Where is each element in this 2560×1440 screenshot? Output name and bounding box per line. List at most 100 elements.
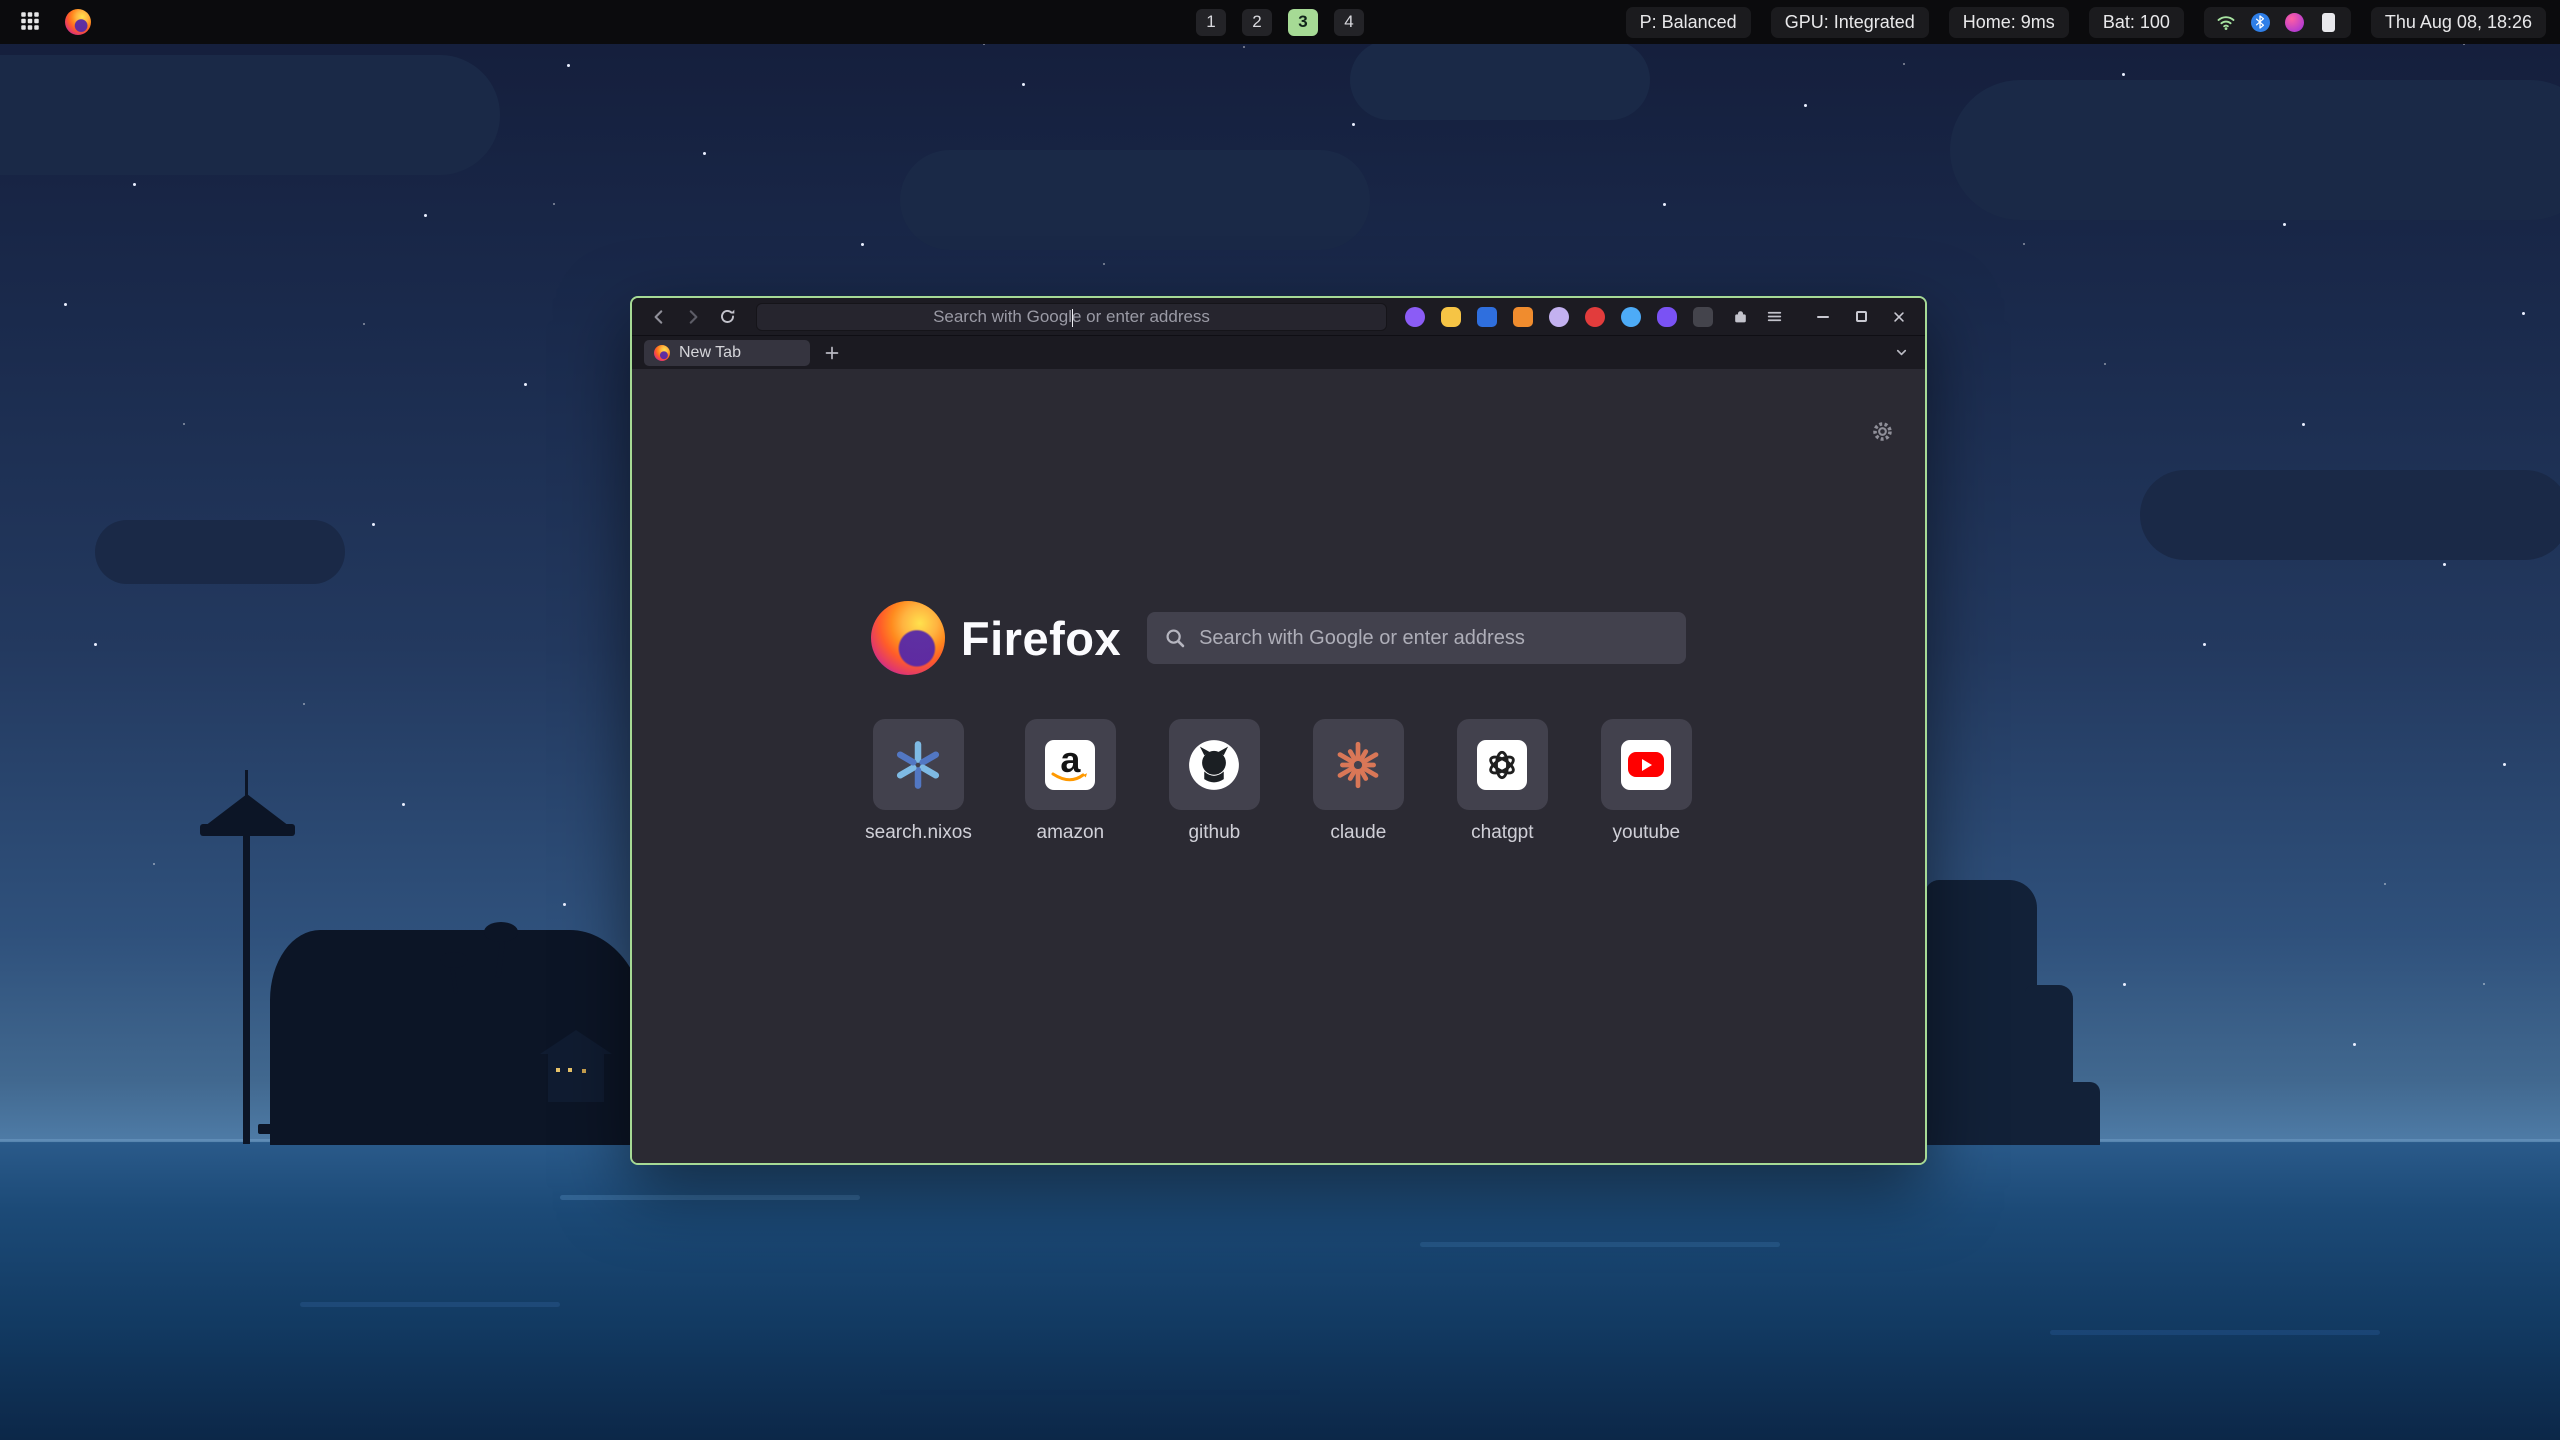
- newtab-search-field[interactable]: [1147, 612, 1686, 664]
- sea-rock: [1925, 880, 2037, 1145]
- apps-grid-icon: [20, 11, 40, 34]
- maximize-button[interactable]: [1849, 305, 1873, 329]
- firefox-dock-button[interactable]: [62, 6, 94, 38]
- gear-icon: [1870, 419, 1895, 444]
- shortcut-label: amazon: [1037, 822, 1105, 844]
- extension-icon[interactable]: [1621, 307, 1641, 327]
- wifi-icon[interactable]: [2216, 12, 2237, 33]
- extensions-puzzle-button[interactable]: [1727, 304, 1753, 330]
- close-icon: [1892, 310, 1906, 324]
- github-octocat-icon: [1188, 739, 1240, 791]
- plus-icon: [824, 345, 840, 361]
- gpu-module[interactable]: GPU: Integrated: [1771, 7, 1929, 38]
- firefox-favicon: [654, 345, 670, 361]
- minimize-icon: [1817, 316, 1829, 318]
- nixos-snowflake-icon: [892, 739, 944, 791]
- all-tabs-button[interactable]: [1889, 341, 1913, 365]
- new-tab-button[interactable]: [820, 341, 844, 365]
- shortcut-label: claude: [1330, 822, 1386, 844]
- back-button[interactable]: [646, 304, 672, 330]
- extension-icon[interactable]: [1657, 307, 1677, 327]
- shortcut-tile-amazon[interactable]: a amazon: [1025, 719, 1116, 844]
- palm-tree-top: [484, 922, 518, 942]
- youtube-red-badge: [1628, 752, 1664, 777]
- workspace-button-1[interactable]: 1: [1196, 9, 1226, 36]
- minimize-button[interactable]: [1811, 305, 1835, 329]
- watchtower-roof: [205, 794, 289, 826]
- sea-rock: [2062, 1082, 2100, 1145]
- wave: [1420, 1242, 1780, 1247]
- battery-module[interactable]: Bat: 100: [2089, 7, 2184, 38]
- chevron-down-icon: [1894, 345, 1909, 360]
- claude-starburst-icon: [1333, 740, 1383, 790]
- reload-button[interactable]: [714, 304, 740, 330]
- watchtower-pole: [243, 826, 250, 1144]
- personalize-button[interactable]: [1870, 419, 1895, 447]
- hut-roof: [540, 1030, 612, 1054]
- hut: [548, 1052, 604, 1102]
- tab-title: New Tab: [679, 344, 741, 362]
- extension-icon[interactable]: [1585, 307, 1605, 327]
- play-triangle-icon: [1642, 759, 1652, 771]
- shortcut-label: youtube: [1613, 822, 1681, 844]
- tab-strip: New Tab: [632, 336, 1925, 369]
- newtab-search-input[interactable]: [1147, 612, 1686, 664]
- close-button[interactable]: [1887, 305, 1911, 329]
- extension-icon[interactable]: [1549, 307, 1569, 327]
- shortcut-tile-github[interactable]: github: [1169, 719, 1260, 844]
- cloud: [1950, 80, 2560, 220]
- workspace-button-2[interactable]: 2: [1242, 9, 1272, 36]
- cloud: [1350, 40, 1650, 120]
- pier-posts: [280, 1132, 285, 1145]
- hut-lights: [556, 1068, 560, 1072]
- shortcut-label: chatgpt: [1471, 822, 1533, 844]
- url-bar[interactable]: [756, 303, 1387, 331]
- bluetooth-icon[interactable]: [2250, 12, 2271, 33]
- power-profile-module[interactable]: P: Balanced: [1626, 7, 1751, 38]
- cloud: [95, 520, 345, 584]
- extension-icon[interactable]: [1513, 307, 1533, 327]
- shortcut-tile-youtube[interactable]: youtube: [1601, 719, 1692, 844]
- extension-icon[interactable]: [1405, 307, 1425, 327]
- media-badge: [2285, 13, 2304, 32]
- shortcut-tile-chatgpt[interactable]: chatgpt: [1457, 719, 1548, 844]
- cloud: [900, 150, 1370, 250]
- workspace-button-4[interactable]: 4: [1334, 9, 1364, 36]
- top-bar-right: P: Balanced GPU: Integrated Home: 9ms Ba…: [1626, 7, 2560, 38]
- extension-icon[interactable]: [1693, 307, 1713, 327]
- search-icon: [1164, 627, 1186, 649]
- menu-button[interactable]: [1761, 304, 1787, 330]
- newtab-hero: Firefox: [632, 369, 1925, 675]
- top-bar: 1 2 3 4 P: Balanced GPU: Integrated Home…: [0, 0, 2560, 44]
- clock-module[interactable]: Thu Aug 08, 18:26: [2371, 7, 2546, 38]
- text-caret: [1072, 309, 1074, 327]
- extension-icon[interactable]: [1441, 307, 1461, 327]
- firefox-wordmark: Firefox: [961, 611, 1121, 666]
- shortcut-grid: search.nixos a amazon: [632, 719, 1925, 844]
- workspace-switcher: 1 2 3 4: [1196, 0, 1364, 44]
- chatgpt-logo-icon: [1477, 740, 1527, 790]
- wave: [880, 1390, 1300, 1395]
- firefox-window: New Tab Firefox: [630, 296, 1927, 1165]
- shortcut-tile-search-nixos[interactable]: search.nixos: [865, 719, 972, 844]
- tile: [873, 719, 964, 810]
- extension-icon[interactable]: [1477, 307, 1497, 327]
- workspace-button-3[interactable]: 3: [1288, 9, 1318, 36]
- shortcut-tile-claude[interactable]: claude: [1313, 719, 1404, 844]
- palm-tree-top: [440, 952, 468, 968]
- launcher-button[interactable]: [14, 6, 46, 38]
- firefox-logo: [871, 601, 945, 675]
- cloud: [0, 55, 500, 175]
- tile: [1601, 719, 1692, 810]
- amazon-smile-icon: [1050, 771, 1090, 785]
- extension-toolbar: [1405, 307, 1713, 327]
- new-tab-page: Firefox: [632, 369, 1925, 1163]
- home-latency-module[interactable]: Home: 9ms: [1949, 7, 2069, 38]
- forward-button[interactable]: [680, 304, 706, 330]
- wave: [2050, 1330, 2380, 1335]
- tab-new-tab[interactable]: New Tab: [644, 340, 810, 366]
- tile: a: [1025, 719, 1116, 810]
- media-icon[interactable]: [2284, 12, 2305, 33]
- phone-icon[interactable]: [2318, 12, 2339, 33]
- tile: [1313, 719, 1404, 810]
